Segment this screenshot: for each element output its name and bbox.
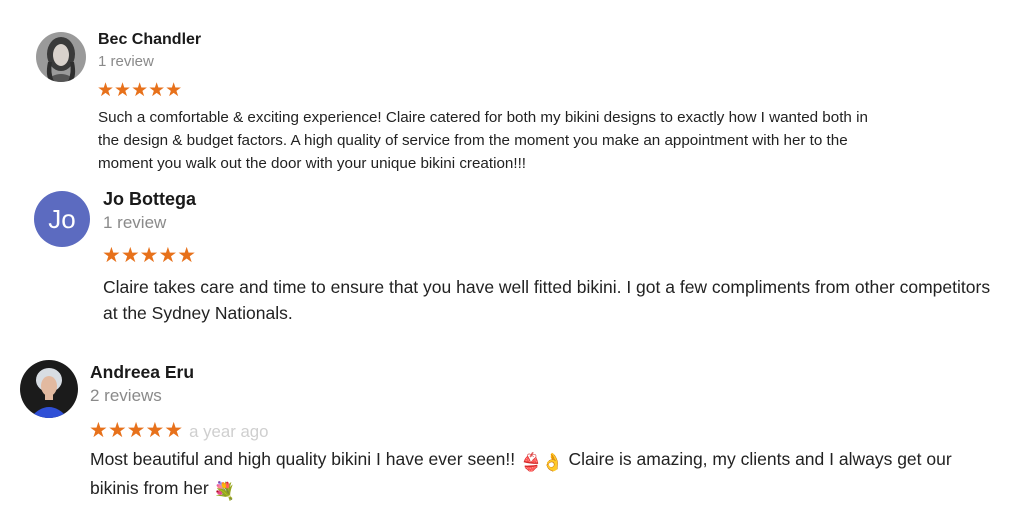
reviewer-name[interactable]: Bec Chandler — [98, 31, 201, 49]
photo-avatar-icon — [20, 360, 78, 418]
star-rating: ★★★★★ a year ago — [89, 418, 268, 443]
bikini-emoji-icon: 👙 — [520, 452, 542, 472]
star-rating: ★★★★★ — [102, 243, 196, 268]
ok-hand-emoji-icon: 👌 — [541, 452, 564, 472]
reviewer-avatar[interactable] — [36, 32, 86, 82]
review-text-part: Most beautiful and high quality bikini I… — [90, 449, 516, 469]
review-text: Most beautiful and high quality bikini I… — [90, 446, 990, 504]
reviewer-name[interactable]: Andreea Eru — [90, 362, 194, 383]
stars-icon: ★★★★★ — [89, 419, 184, 442]
review-count: 1 review — [98, 53, 154, 70]
photo-avatar-icon — [36, 32, 86, 82]
review-time: a year ago — [189, 422, 269, 441]
bouquet-emoji-icon: 💐 — [213, 481, 236, 501]
review-count: 2 reviews — [90, 386, 162, 405]
review-text: Such a comfortable & exciting experience… — [98, 109, 868, 172]
reviewer-avatar[interactable] — [20, 360, 78, 418]
star-rating: ★★★★★ — [97, 79, 182, 102]
stars-icon: ★★★★★ — [97, 80, 183, 101]
avatar-initials: Jo — [48, 204, 76, 234]
review-text: Claire takes care and time to ensure tha… — [103, 277, 991, 323]
stars-icon: ★★★★★ — [102, 244, 197, 267]
reviewer-name[interactable]: Jo Bottega — [103, 189, 196, 210]
review-count: 1 review — [103, 213, 167, 232]
reviewer-avatar[interactable]: Jo — [34, 191, 90, 247]
